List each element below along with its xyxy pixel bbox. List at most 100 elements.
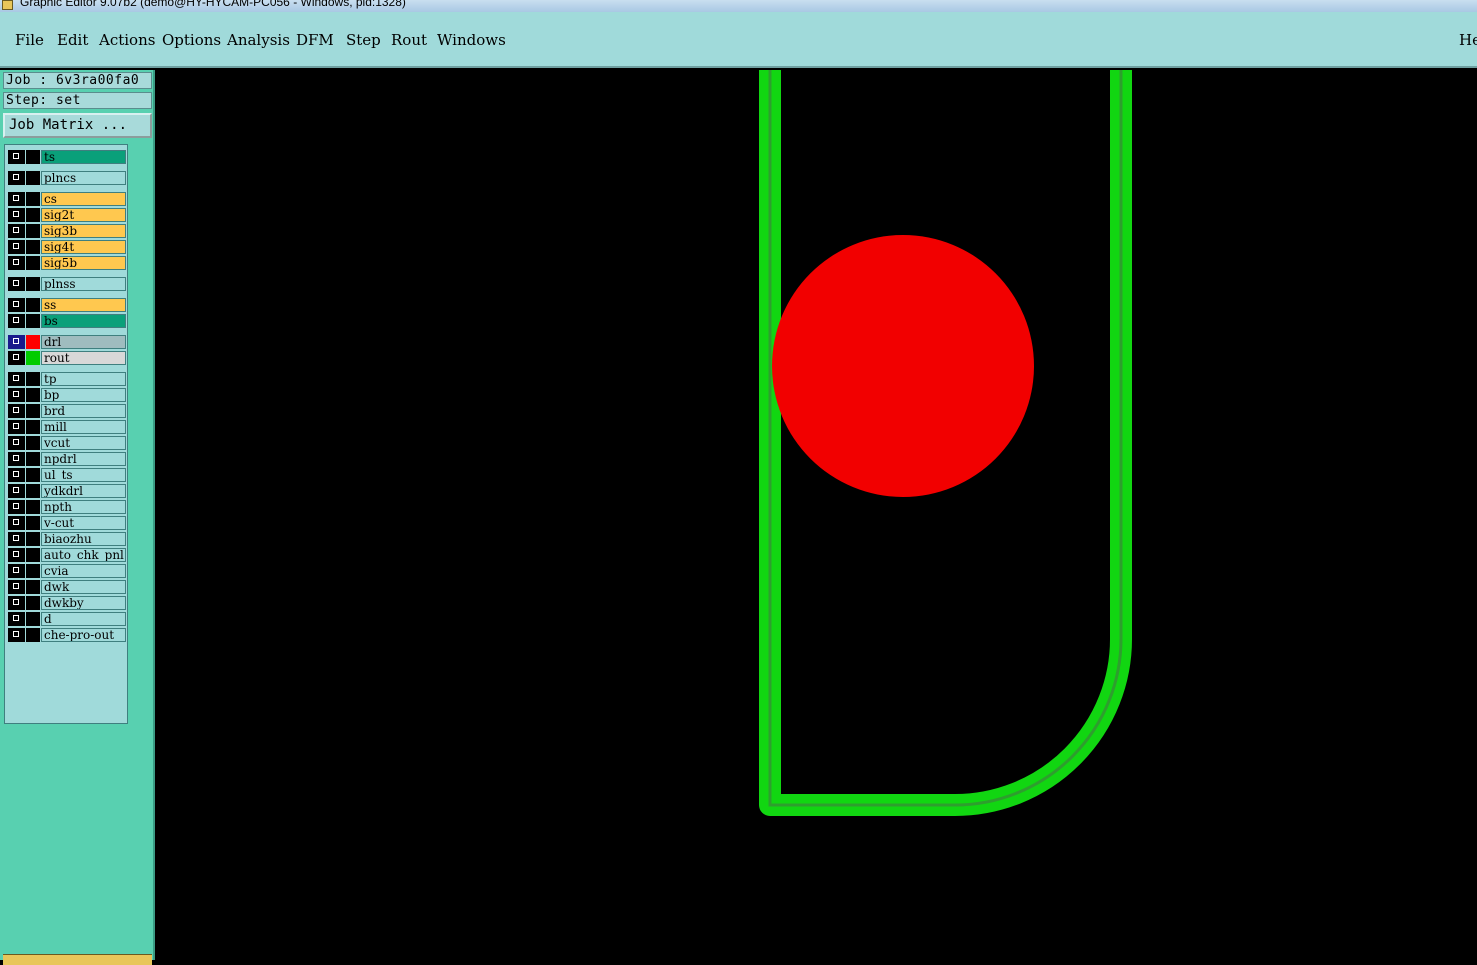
layer-name[interactable]: brd [41, 404, 126, 418]
layer-name[interactable]: bp [41, 388, 126, 402]
layer-name[interactable]: cs [41, 192, 126, 206]
layer-checkbox[interactable] [8, 420, 25, 434]
graphic-canvas[interactable] [155, 59, 1477, 960]
layer-checkbox[interactable] [8, 351, 25, 365]
layer-color-swatch[interactable] [26, 628, 40, 642]
layer-checkbox[interactable] [8, 516, 25, 530]
layer-checkbox[interactable] [8, 564, 25, 578]
layer-row-dwk[interactable]: dwk [8, 580, 126, 594]
layer-row-bp[interactable]: bp [8, 388, 126, 402]
layer-checkbox[interactable] [8, 532, 25, 546]
layer-name[interactable]: plnss [41, 277, 126, 291]
layer-name[interactable]: ts [41, 150, 126, 164]
layer-row-vcut[interactable]: vcut [8, 436, 126, 450]
layer-row-tp[interactable]: tp [8, 372, 126, 386]
layer-row-mill[interactable]: mill [8, 420, 126, 434]
layer-row-sig5b[interactable]: sig5b [8, 256, 126, 270]
layer-color-swatch[interactable] [26, 208, 40, 222]
layer-checkbox[interactable] [8, 452, 25, 466]
layer-name[interactable]: plncs [41, 171, 126, 185]
layer-name[interactable]: v-cut [41, 516, 126, 530]
layer-checkbox[interactable] [8, 388, 25, 402]
layer-row-biaozhu[interactable]: biaozhu [8, 532, 126, 546]
layer-checkbox[interactable] [8, 548, 25, 562]
layer-color-swatch[interactable] [26, 150, 40, 164]
layer-name[interactable]: sig2t [41, 208, 126, 222]
layer-row-npth[interactable]: npth [8, 500, 126, 514]
layer-checkbox[interactable] [8, 208, 25, 222]
layer-name[interactable]: npth [41, 500, 126, 514]
layer-checkbox[interactable] [8, 192, 25, 206]
layer-checkbox[interactable] [8, 436, 25, 450]
layer-row-ul_ts[interactable]: ul_ts [8, 468, 126, 482]
layer-row-auto_chk_pnl[interactable]: auto_chk_pnl [8, 548, 126, 562]
menu-dfm[interactable]: DFM [296, 31, 334, 49]
layer-color-swatch[interactable] [26, 596, 40, 610]
layer-checkbox[interactable] [8, 628, 25, 642]
layer-checkbox[interactable] [8, 612, 25, 626]
layer-name[interactable]: dwk [41, 580, 126, 594]
menu-file[interactable]: File [15, 31, 44, 49]
layer-color-swatch[interactable] [26, 298, 40, 312]
layer-color-swatch[interactable] [26, 580, 40, 594]
layer-name[interactable]: sig4t [41, 240, 126, 254]
layer-row-cvia[interactable]: cvia [8, 564, 126, 578]
layer-name[interactable]: mill [41, 420, 126, 434]
menu-options[interactable]: Options [162, 31, 221, 49]
layer-checkbox[interactable] [8, 224, 25, 238]
layer-checkbox[interactable] [8, 484, 25, 498]
layer-checkbox[interactable] [8, 298, 25, 312]
layer-color-swatch[interactable] [26, 335, 40, 349]
layer-checkbox[interactable] [8, 240, 25, 254]
layer-checkbox[interactable] [8, 468, 25, 482]
layer-color-swatch[interactable] [26, 277, 40, 291]
layer-color-swatch[interactable] [26, 388, 40, 402]
layer-name[interactable]: bs [41, 314, 126, 328]
layer-row-ydkdrl[interactable]: ydkdrl [8, 484, 126, 498]
layer-name[interactable]: sig5b [41, 256, 126, 270]
layer-checkbox[interactable] [8, 256, 25, 270]
layer-row-ts[interactable]: ts [8, 150, 126, 164]
layer-color-swatch[interactable] [26, 404, 40, 418]
layer-row-npdrl[interactable]: npdrl [8, 452, 126, 466]
layer-row-ss[interactable]: ss [8, 298, 126, 312]
layer-checkbox[interactable] [8, 404, 25, 418]
layer-color-swatch[interactable] [26, 351, 40, 365]
layer-name[interactable]: cvia [41, 564, 126, 578]
menu-rout[interactable]: Rout [391, 31, 427, 49]
layer-checkbox[interactable] [8, 335, 25, 349]
layer-color-swatch[interactable] [26, 532, 40, 546]
layer-row-dwkby[interactable]: dwkby [8, 596, 126, 610]
layer-color-swatch[interactable] [26, 372, 40, 386]
layer-color-swatch[interactable] [26, 314, 40, 328]
layer-name[interactable]: d [41, 612, 126, 626]
layer-row-brd[interactable]: brd [8, 404, 126, 418]
layer-checkbox[interactable] [8, 314, 25, 328]
layer-color-swatch[interactable] [26, 420, 40, 434]
layer-checkbox[interactable] [8, 372, 25, 386]
layer-color-swatch[interactable] [26, 484, 40, 498]
layer-name[interactable]: che-pro-out [41, 628, 126, 642]
layer-row-sig3b[interactable]: sig3b [8, 224, 126, 238]
layer-row-d[interactable]: d [8, 612, 126, 626]
layer-name[interactable]: npdrl [41, 452, 126, 466]
layer-row-plnss[interactable]: plnss [8, 277, 126, 291]
menu-help[interactable]: He [1459, 31, 1477, 49]
layer-name[interactable]: auto_chk_pnl [41, 548, 126, 562]
layer-name[interactable]: tp [41, 372, 126, 386]
layer-name[interactable]: vcut [41, 436, 126, 450]
menu-actions[interactable]: Actions [99, 31, 155, 49]
layer-checkbox[interactable] [8, 171, 25, 185]
layer-checkbox[interactable] [8, 596, 25, 610]
layer-color-swatch[interactable] [26, 548, 40, 562]
drill-pad[interactable] [772, 235, 1034, 497]
layer-checkbox[interactable] [8, 277, 25, 291]
menu-step[interactable]: Step [346, 31, 381, 49]
layer-color-swatch[interactable] [26, 224, 40, 238]
layer-name[interactable]: dwkby [41, 596, 126, 610]
menu-analysis[interactable]: Analysis [227, 31, 290, 49]
layer-name[interactable]: ydkdrl [41, 484, 126, 498]
layer-checkbox[interactable] [8, 150, 25, 164]
layer-row-drl[interactable]: drl [8, 335, 126, 349]
layer-color-swatch[interactable] [26, 564, 40, 578]
